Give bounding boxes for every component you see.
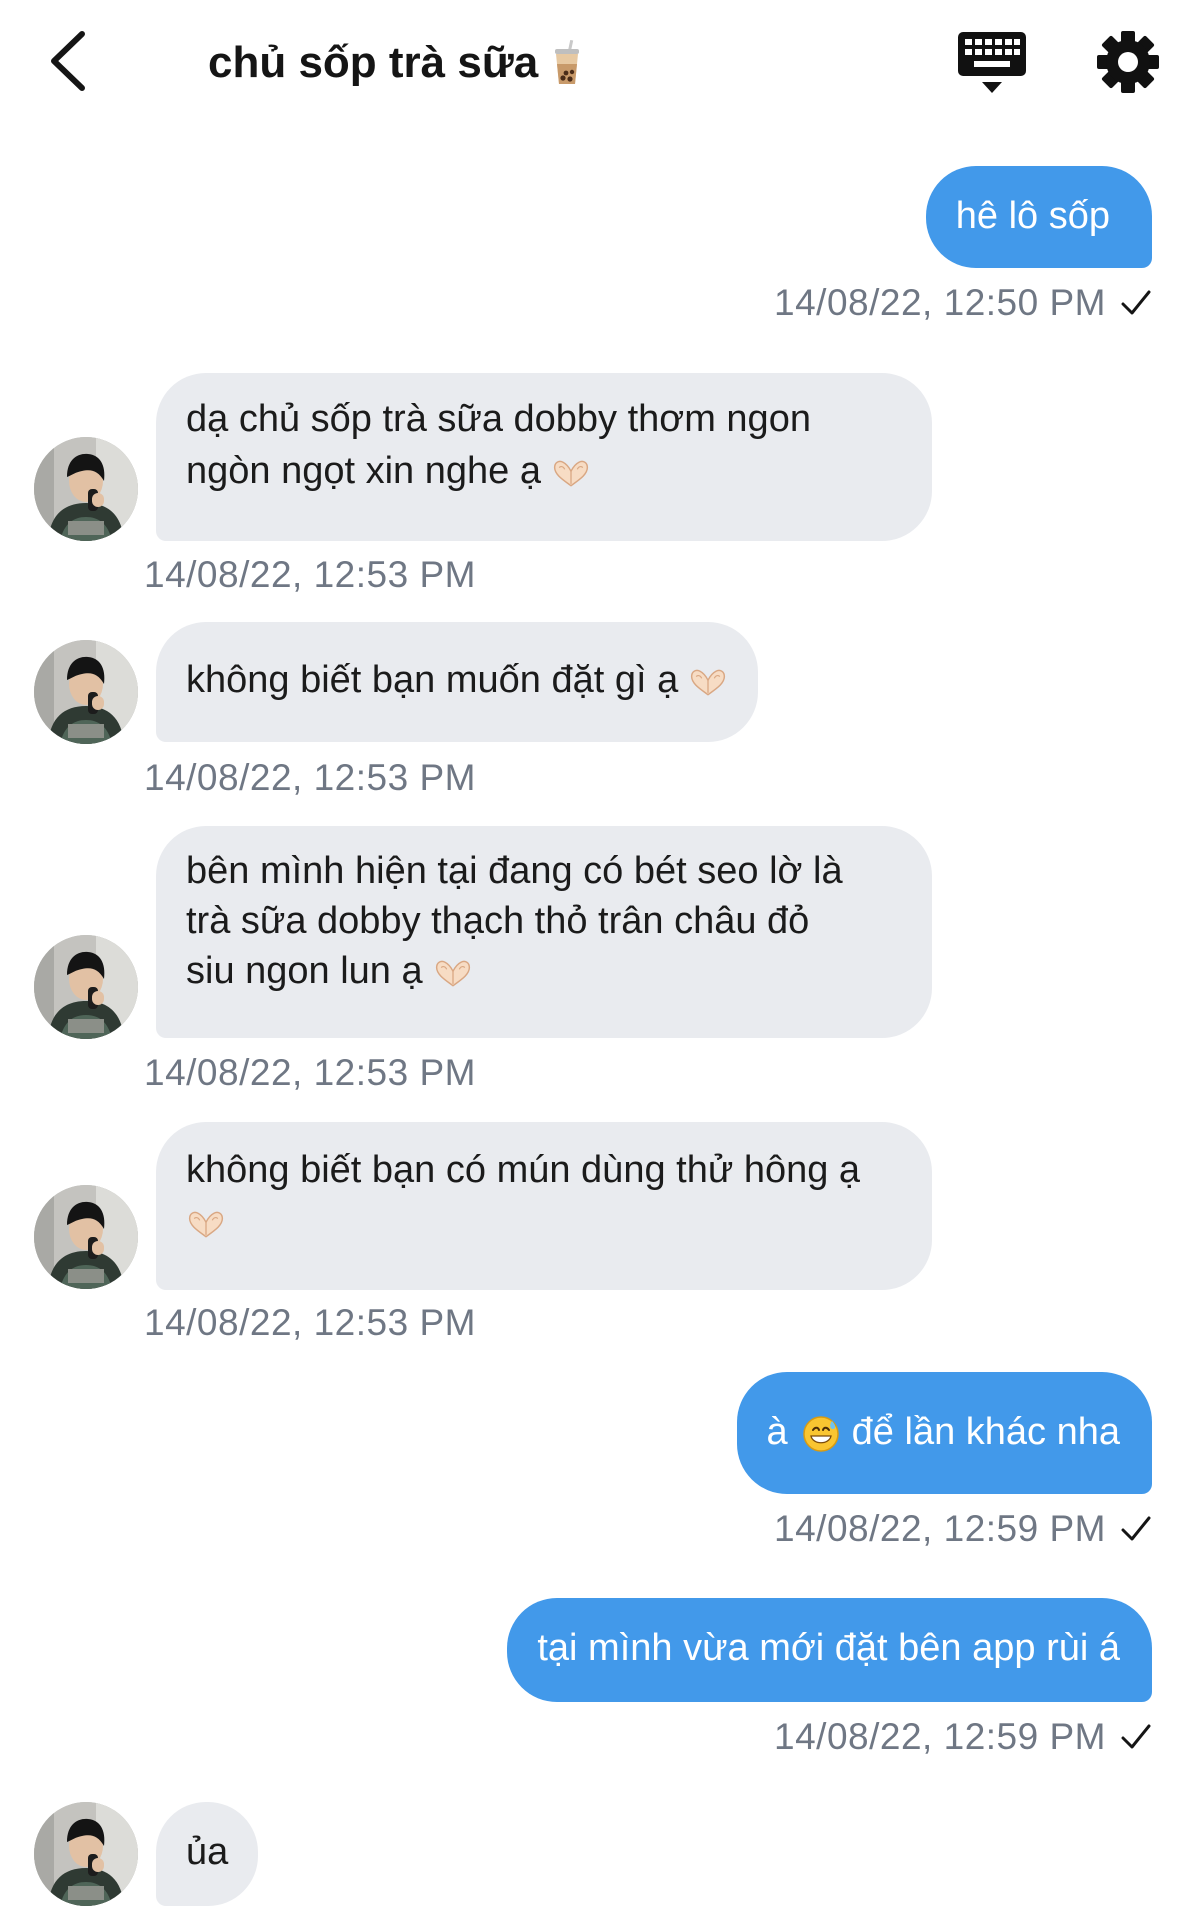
message-timestamp: 14/08/22, 12:53 PM [144, 1052, 476, 1093]
settings-button[interactable] [1096, 30, 1162, 96]
outgoing-message[interactable]: hê lô sốp [925, 166, 1152, 268]
avatar[interactable] [34, 640, 138, 744]
bubble-tea-icon [555, 40, 580, 84]
message-text-line [176, 1196, 902, 1248]
incoming-message[interactable]: không biết bạn có mún dùng thử hông ạ [156, 1122, 932, 1290]
page-title: chủ sốp trà sữa [208, 38, 539, 87]
message-timestamp: 14/08/22, 12:50 PM [774, 282, 1152, 324]
message-text: ủa [186, 1831, 229, 1873]
avatar-photo [34, 1802, 138, 1906]
incoming-message[interactable]: dạ chủ sốp trà sữa dobby thơm ngon ngòn … [156, 373, 932, 541]
message-text: không biết bạn muốn đặt gì ạ [186, 659, 679, 701]
message-text-line: bên mình hiện tại đang có bét seo lờ là [186, 850, 843, 892]
outgoing-message[interactable]: tại mình vừa mới đặt bên app rùi á [507, 1598, 1152, 1702]
chat-title: chủ sốp trà sữa [208, 30, 582, 96]
message-text-line: không biết bạn có mún dùng thử hông ạ [186, 1149, 861, 1191]
message-text: tại mình vừa mới đặt bên app rùi á [537, 1627, 1120, 1669]
sent-check-icon [1120, 289, 1152, 317]
message-text-line: ngòn ngọt xin nghe ạ [186, 445, 902, 497]
avatar[interactable] [34, 1802, 138, 1906]
message-timestamp: 14/08/22, 12:59 PM [774, 1716, 1152, 1758]
gear-icon [1097, 31, 1159, 93]
message-timestamp: 14/08/22, 12:59 PM [774, 1508, 1152, 1550]
outgoing-message[interactable]: à để lần khác nha [736, 1372, 1152, 1494]
chevron-left-icon [51, 31, 85, 91]
back-button[interactable] [40, 26, 96, 96]
avatar[interactable] [34, 437, 138, 541]
message-text-line: trà sữa dobby thạch thỏ trân châu đỏ [186, 900, 810, 942]
heart-hands-emoji-icon [551, 458, 591, 488]
heart-hands-emoji-icon [186, 1209, 226, 1239]
message-text: hê lô sốp [955, 195, 1110, 237]
incoming-message[interactable]: không biết bạn muốn đặt gì ạ [156, 622, 759, 742]
avatar-photo [34, 437, 138, 541]
heart-hands-emoji-icon [688, 667, 728, 697]
keyboard-icon [958, 32, 1026, 93]
avatar-photo [34, 640, 138, 744]
message-timestamp: 14/08/22, 12:53 PM [144, 554, 476, 595]
avatar[interactable] [34, 1185, 138, 1289]
message-text-line: siu ngon lun ạ [186, 946, 902, 996]
message-text: à [766, 1411, 788, 1453]
sent-check-icon [1120, 1723, 1152, 1751]
incoming-message[interactable]: ủa [156, 1802, 259, 1906]
message-text: để lần khác nha [851, 1411, 1120, 1453]
avatar-photo [34, 1185, 138, 1289]
incoming-message[interactable]: bên mình hiện tại đang có bét seo lờ là … [156, 826, 932, 1038]
keyboard-toggle-button[interactable] [956, 30, 1028, 96]
message-timestamp: 14/08/22, 12:53 PM [144, 1302, 476, 1343]
message-timestamp: 14/08/22, 12:53 PM [144, 757, 476, 798]
grinning-sweat-emoji-icon [802, 1416, 839, 1452]
avatar-photo [34, 935, 138, 1039]
heart-hands-emoji-icon [433, 958, 473, 988]
avatar[interactable] [34, 935, 138, 1039]
sent-check-icon [1120, 1515, 1152, 1543]
message-text-line: dạ chủ sốp trà sữa dobby thơm ngon [186, 398, 811, 440]
